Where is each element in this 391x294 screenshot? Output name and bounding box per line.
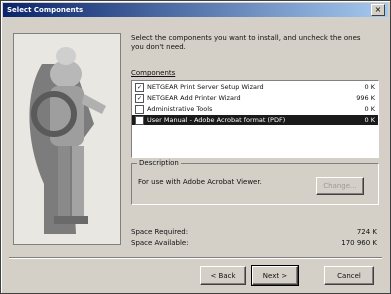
description-text: For use with Adobe Acrobat Viewer. xyxy=(138,178,262,186)
component-label: User Manual - Adobe Acrobat format (PDF) xyxy=(147,116,286,124)
component-label: NETGEAR Add Printer Wizard xyxy=(147,94,241,102)
wizard-illustration xyxy=(13,33,121,245)
robot-illustration-icon xyxy=(14,34,120,244)
space-available-row: Space Available: 170 960 K xyxy=(131,239,377,247)
close-button[interactable]: × xyxy=(371,4,385,16)
component-item[interactable]: ✓ NETGEAR Print Server Setup Wizard 0 K xyxy=(132,82,378,92)
back-button[interactable]: < Back xyxy=(200,266,246,285)
space-required-label: Space Required: xyxy=(131,228,189,236)
component-item[interactable]: Administrative Tools 0 K xyxy=(132,104,378,114)
components-label: Components xyxy=(131,69,176,77)
component-size: 0 K xyxy=(364,105,375,113)
space-required-value: 724 K xyxy=(356,228,377,236)
button-separator xyxy=(9,257,382,259)
component-checkbox[interactable]: ✓ xyxy=(135,82,144,92)
next-button[interactable]: Next > xyxy=(251,265,299,286)
component-checkbox[interactable] xyxy=(135,115,144,125)
cancel-button[interactable]: Cancel xyxy=(324,266,374,285)
window-title: Select Components xyxy=(7,6,84,14)
components-list[interactable]: ✓ NETGEAR Print Server Setup Wizard 0 K … xyxy=(131,80,379,158)
space-available-value: 170 960 K xyxy=(341,239,377,247)
space-available-label: Space Available: xyxy=(131,239,189,247)
component-item-selected[interactable]: User Manual - Adobe Acrobat format (PDF)… xyxy=(132,115,378,125)
component-label: NETGEAR Print Server Setup Wizard xyxy=(147,83,264,91)
component-item[interactable]: ✓ NETGEAR Add Printer Wizard 996 K xyxy=(132,93,378,103)
component-checkbox[interactable]: ✓ xyxy=(135,93,144,103)
description-label: Description xyxy=(137,159,181,167)
component-label: Administrative Tools xyxy=(147,105,213,113)
component-size: 0 K xyxy=(364,83,375,91)
component-size: 0 K xyxy=(364,116,375,124)
close-icon: × xyxy=(374,5,382,14)
setup-window: Select Components × Select the component… xyxy=(0,0,391,294)
component-checkbox[interactable] xyxy=(135,104,144,114)
component-size: 996 K xyxy=(356,94,375,102)
title-bar[interactable]: Select Components × xyxy=(3,3,388,17)
instruction-text: Select the components you want to instal… xyxy=(131,34,361,51)
space-required-row: Space Required: 724 K xyxy=(131,228,377,236)
change-button[interactable]: Change... xyxy=(316,177,364,195)
